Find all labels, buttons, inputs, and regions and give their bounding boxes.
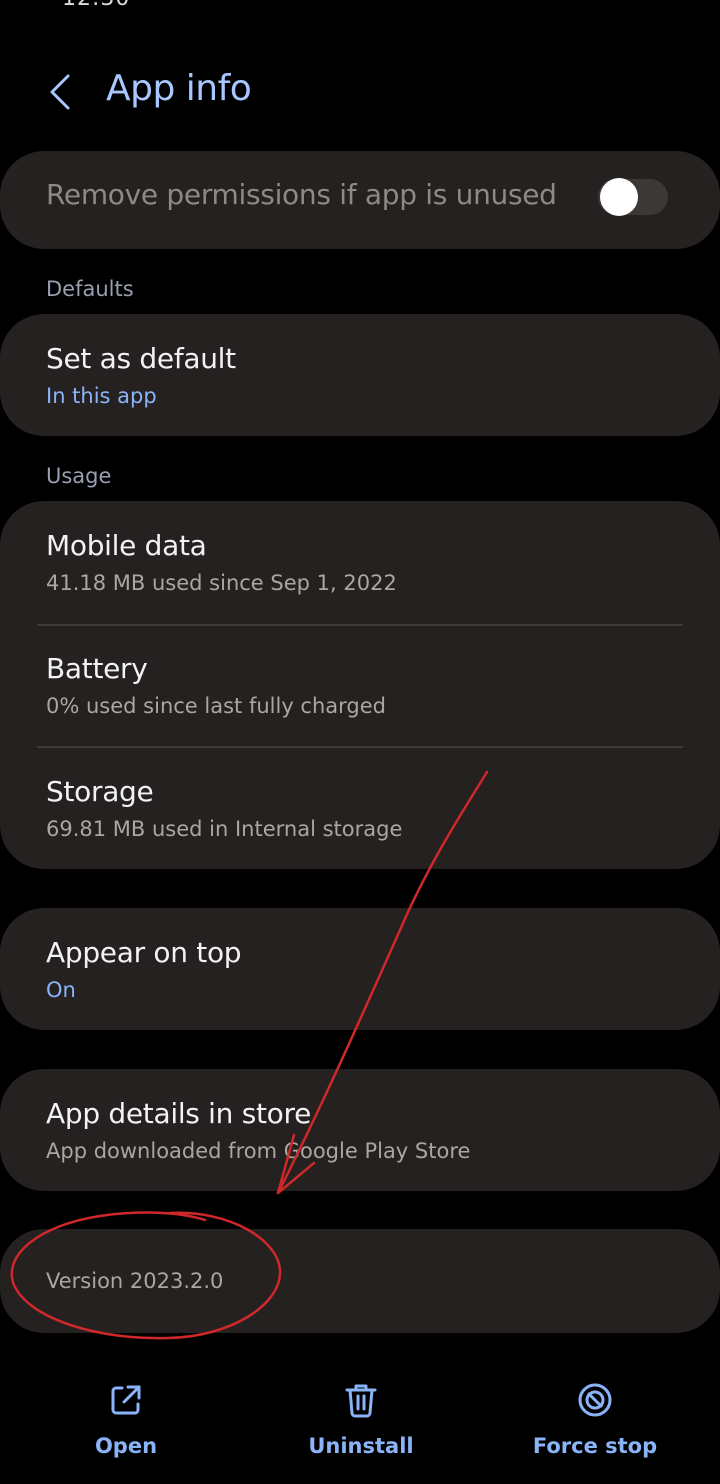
stop-circle-icon: [578, 1383, 612, 1417]
version-card: Version 2023.2.0: [0, 1229, 720, 1333]
divider: [37, 746, 683, 748]
set-as-default-card[interactable]: Set as default In this app: [0, 314, 720, 436]
remove-permissions-label: Remove permissions if app is unused: [46, 178, 557, 211]
open-external-icon: [111, 1385, 141, 1415]
appear-on-top-subtitle: On: [46, 978, 76, 1002]
back-button[interactable]: [36, 64, 84, 120]
remove-permissions-toggle[interactable]: [598, 178, 668, 216]
mobile-data-title: Mobile data: [46, 529, 207, 562]
appear-on-top-card[interactable]: Appear on top On: [0, 908, 720, 1030]
version-text: Version 2023.2.0: [46, 1269, 224, 1293]
force-stop-label: Force stop: [532, 1434, 658, 1458]
section-label-usage: Usage: [46, 464, 112, 488]
app-details-title: App details in store: [46, 1097, 312, 1130]
toggle-knob: [600, 178, 638, 216]
uninstall-button[interactable]: Uninstall: [261, 1380, 461, 1470]
force-stop-button[interactable]: Force stop: [495, 1380, 695, 1470]
battery-subtitle: 0% used since last fully charged: [46, 694, 386, 718]
page-title: App info: [106, 68, 252, 109]
battery-title: Battery: [46, 652, 148, 685]
app-details-card[interactable]: App details in store App downloaded from…: [0, 1069, 720, 1191]
chevron-left-icon: [50, 74, 70, 110]
remove-permissions-card[interactable]: Remove permissions if app is unused: [0, 151, 720, 249]
mobile-data-subtitle: 41.18 MB used since Sep 1, 2022: [46, 571, 397, 595]
storage-title: Storage: [46, 775, 154, 808]
uninstall-label: Uninstall: [308, 1434, 414, 1458]
app-bar: App info: [0, 56, 720, 128]
set-as-default-subtitle: In this app: [46, 384, 157, 408]
divider: [37, 624, 683, 626]
bottom-action-bar: Open Uninstall Force stop: [0, 1370, 720, 1480]
trash-icon: [345, 1384, 377, 1418]
appear-on-top-title: Appear on top: [46, 936, 242, 969]
usage-card: Mobile data 41.18 MB used since Sep 1, 2…: [0, 501, 720, 869]
open-label: Open: [94, 1434, 158, 1458]
section-label-defaults: Defaults: [46, 277, 134, 301]
status-bar-time: 12:30: [62, 0, 130, 11]
set-as-default-title: Set as default: [46, 342, 236, 375]
app-details-subtitle: App downloaded from Google Play Store: [46, 1139, 471, 1163]
open-button[interactable]: Open: [26, 1380, 226, 1470]
storage-subtitle: 69.81 MB used in Internal storage: [46, 817, 403, 841]
